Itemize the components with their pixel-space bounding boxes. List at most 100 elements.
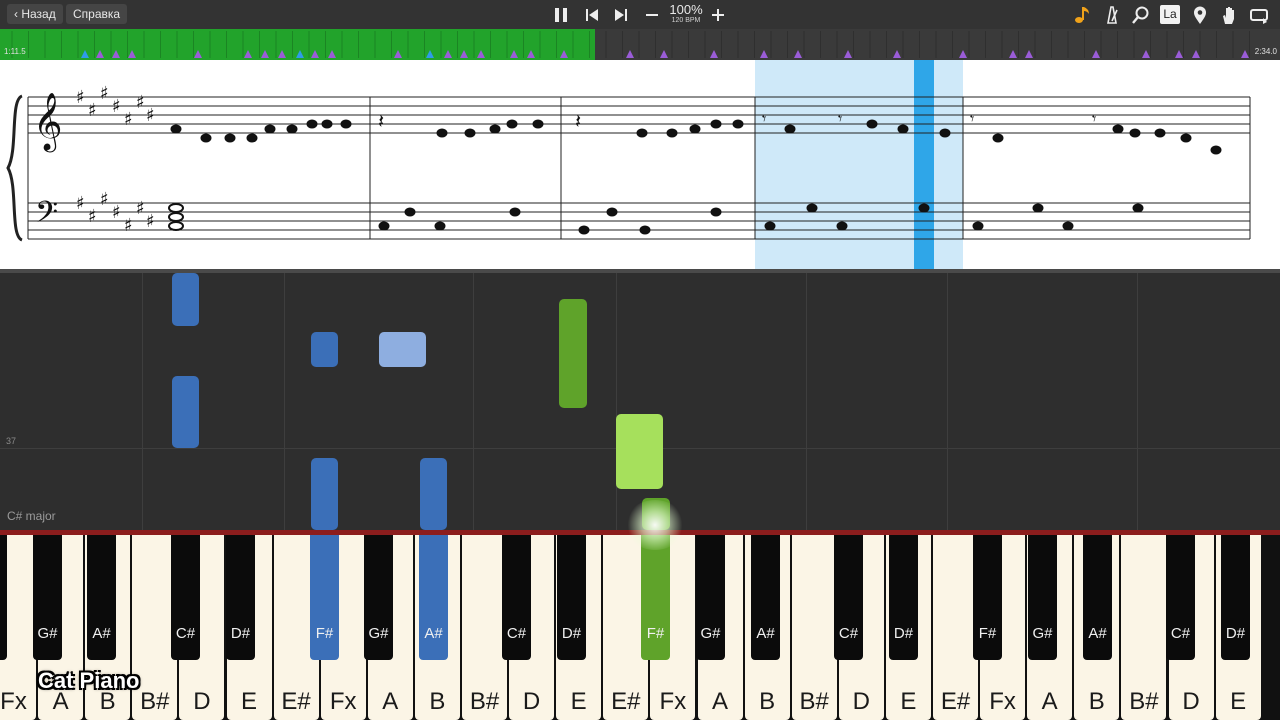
- black-key-label: A#: [1088, 625, 1107, 642]
- bpm-value: 120 BPM: [671, 17, 701, 24]
- black-key[interactable]: A#: [1083, 535, 1112, 660]
- tempo-display: 100% 120 BPM: [666, 3, 706, 25]
- black-key[interactable]: C#: [1166, 535, 1195, 660]
- svg-text:♯: ♯: [124, 215, 133, 236]
- black-key[interactable]: [0, 535, 7, 660]
- section-marker: [311, 50, 319, 58]
- white-key-label: E#: [281, 688, 311, 715]
- black-key[interactable]: G#: [364, 535, 393, 660]
- metronome-icon[interactable]: [1101, 4, 1123, 26]
- white-key[interactable]: B#: [1121, 535, 1167, 720]
- white-key-label: E: [240, 688, 257, 715]
- svg-text:♯: ♯: [88, 206, 97, 227]
- brand-watermark: Cat Piano: [38, 668, 140, 693]
- section-marker: [1241, 50, 1249, 58]
- white-key[interactable]: B#: [462, 535, 507, 720]
- playhead: [914, 60, 934, 269]
- section-marker: [296, 50, 304, 58]
- black-key[interactable]: G#: [1028, 535, 1057, 660]
- black-key-label: C#: [838, 625, 859, 642]
- key-press-glow: [625, 500, 685, 550]
- svg-text:♯: ♯: [136, 198, 145, 219]
- white-key[interactable]: E#: [933, 535, 978, 720]
- white-key[interactable]: B#: [791, 535, 837, 720]
- back-button[interactable]: ‹ Назад: [7, 4, 63, 24]
- black-key[interactable]: A#: [419, 535, 448, 660]
- white-key-label: E#: [611, 688, 641, 715]
- section-marker: [510, 50, 518, 58]
- black-key-label: C#: [175, 625, 196, 642]
- black-key-label: G#: [37, 625, 58, 642]
- section-marker: [626, 50, 634, 58]
- svg-text:♯: ♯: [76, 193, 85, 214]
- white-key-label: D: [193, 688, 211, 715]
- section-marker: [394, 50, 402, 58]
- section-marker: [426, 50, 434, 58]
- black-key[interactable]: C#: [834, 535, 863, 660]
- svg-text:♯: ♯: [112, 202, 121, 223]
- black-key[interactable]: G#: [696, 535, 725, 660]
- black-key-label: G#: [368, 625, 389, 642]
- black-key[interactable]: D#: [557, 535, 586, 660]
- svg-text:𝄾: 𝄾: [970, 111, 974, 128]
- black-key-label: C#: [1170, 625, 1191, 642]
- key-signature: ♯♯♯♯♯♯♯ ♯♯♯♯♯♯♯: [76, 83, 155, 236]
- section-marker: [1092, 50, 1100, 58]
- black-key[interactable]: D#: [1221, 535, 1250, 660]
- sheet-music[interactable]: 𝄞 𝄢 ♯ ♯ ♯ ♯ ♯ ♯ ♯ ♯ ♯ ♯ ♯ ♯ ♯ ♯ 𝄽 𝄽 𝄾 𝄾 𝄾 𝄾: [0, 60, 1280, 269]
- section-marker: [1192, 50, 1200, 58]
- black-key-label: G#: [700, 625, 721, 642]
- black-key[interactable]: G#: [33, 535, 62, 660]
- falling-note-left-hand: [420, 458, 447, 530]
- music-note-icon[interactable]: [1071, 4, 1093, 26]
- section-marker: [81, 50, 89, 58]
- black-key[interactable]: D#: [226, 535, 255, 660]
- white-key-label: B#: [469, 688, 500, 715]
- section-marker: [1142, 50, 1150, 58]
- piano-keyboard[interactable]: Fx A B B# D E E# Fx A B B# D E E# Fx A B B# D E E# Fx A B B# D E G#…: [0, 535, 1280, 720]
- black-key[interactable]: F#: [641, 535, 670, 660]
- svg-text:𝄾: 𝄾: [762, 111, 766, 128]
- white-key-label: Fx: [329, 688, 357, 715]
- white-key-label: B: [429, 688, 446, 715]
- timeline-markers: [11, 31, 1250, 58]
- section-marker: [893, 50, 901, 58]
- section-marker: [844, 50, 852, 58]
- black-key[interactable]: F#: [973, 535, 1002, 660]
- black-key[interactable]: A#: [751, 535, 780, 660]
- minus-icon[interactable]: [640, 3, 664, 27]
- black-key[interactable]: A#: [87, 535, 116, 660]
- svg-text:♯: ♯: [88, 100, 97, 121]
- hand-icon[interactable]: [1218, 4, 1240, 26]
- black-key[interactable]: F#: [310, 535, 339, 660]
- search-icon[interactable]: [1130, 4, 1152, 26]
- black-key-label: A#: [424, 625, 443, 642]
- black-key-label: G#: [1032, 625, 1053, 642]
- pause-icon[interactable]: [549, 3, 573, 27]
- treble-clef: 𝄞: [33, 92, 63, 153]
- note-names-button[interactable]: La: [1160, 5, 1180, 24]
- help-button[interactable]: Справка: [66, 4, 128, 24]
- black-key-label: F#: [315, 625, 334, 642]
- black-key-label: C#: [506, 625, 527, 642]
- white-key-label: B: [759, 688, 776, 715]
- song-timeline[interactable]: 1:11.5 2:34.0: [0, 29, 1280, 60]
- plus-icon[interactable]: [706, 3, 730, 27]
- white-key-label: Fx: [0, 688, 27, 715]
- black-key-label: D#: [230, 625, 251, 642]
- svg-text:♯: ♯: [146, 211, 155, 232]
- white-key-label: A: [1041, 688, 1058, 715]
- loop-icon[interactable]: [1248, 4, 1270, 26]
- skip-forward-icon[interactable]: [609, 3, 633, 27]
- black-key[interactable]: C#: [502, 535, 531, 660]
- svg-text:♯: ♯: [136, 92, 145, 113]
- piano-roll[interactable]: 37 C# major: [0, 273, 1280, 530]
- white-key-label: B#: [1129, 688, 1159, 715]
- black-key[interactable]: C#: [171, 535, 200, 660]
- location-pin-icon[interactable]: [1189, 4, 1211, 26]
- svg-text:♯: ♯: [112, 96, 121, 117]
- svg-text:𝄽: 𝄽: [378, 111, 384, 133]
- skip-back-icon[interactable]: [580, 3, 604, 27]
- svg-text:♯: ♯: [124, 109, 133, 130]
- black-key[interactable]: D#: [889, 535, 918, 660]
